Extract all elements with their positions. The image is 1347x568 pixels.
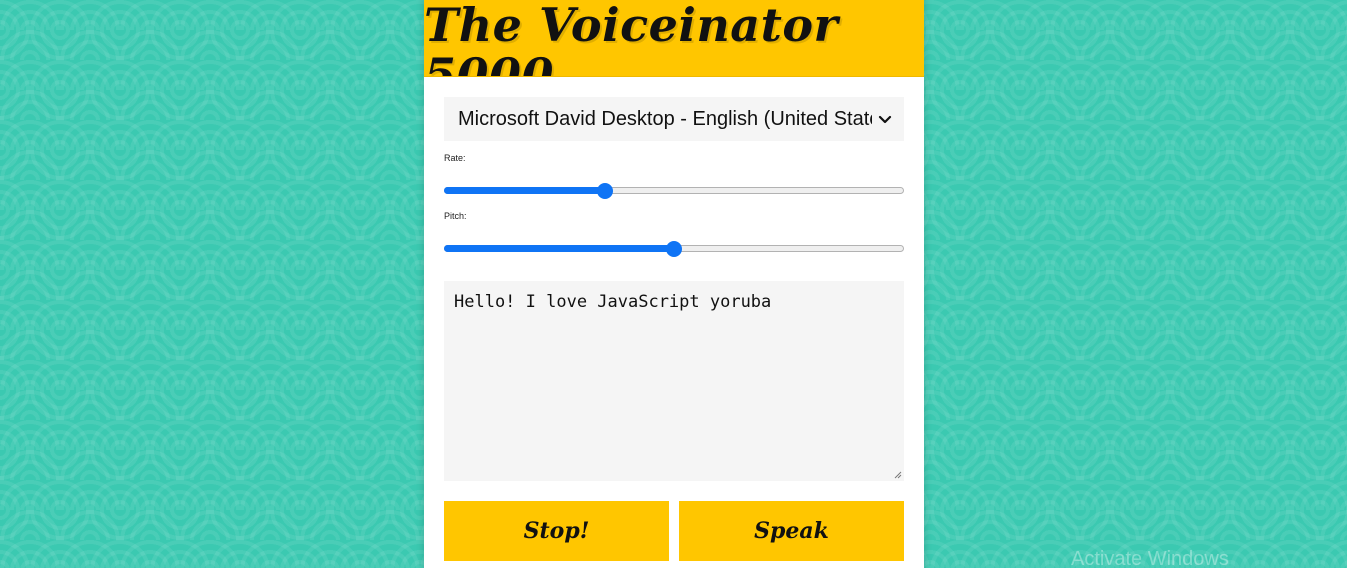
chevron-down-icon bbox=[878, 115, 892, 124]
voiceinator-panel: The Voiceinator 5000 Microsoft David Des… bbox=[424, 0, 924, 568]
activate-windows-watermark: Activate Windows bbox=[1071, 548, 1229, 568]
button-row: Stop! Speak bbox=[444, 501, 904, 561]
rate-slider-fill bbox=[444, 187, 606, 194]
speak-button[interactable]: Speak bbox=[679, 501, 904, 561]
header: The Voiceinator 5000 bbox=[424, 0, 924, 77]
rate-slider-thumb[interactable] bbox=[597, 183, 614, 199]
voice-select-value: Microsoft David Desktop - English (Unite… bbox=[458, 107, 872, 130]
resize-grip-icon[interactable] bbox=[894, 471, 902, 479]
message-textarea[interactable]: Hello! I love JavaScript yoruba bbox=[444, 281, 904, 481]
rate-label: Rate: bbox=[444, 153, 466, 163]
controls: Microsoft David Desktop - English (Unite… bbox=[424, 77, 924, 561]
stop-button[interactable]: Stop! bbox=[444, 501, 669, 561]
pitch-slider[interactable] bbox=[444, 241, 904, 257]
pitch-label: Pitch: bbox=[444, 211, 467, 221]
pitch-slider-fill bbox=[444, 245, 674, 252]
voice-select[interactable]: Microsoft David Desktop - English (Unite… bbox=[444, 97, 904, 141]
rate-slider[interactable] bbox=[444, 183, 904, 199]
pitch-slider-thumb[interactable] bbox=[666, 241, 682, 257]
app-title: The Voiceinator 5000 bbox=[424, 0, 839, 77]
message-text: Hello! I love JavaScript yoruba bbox=[454, 292, 772, 312]
